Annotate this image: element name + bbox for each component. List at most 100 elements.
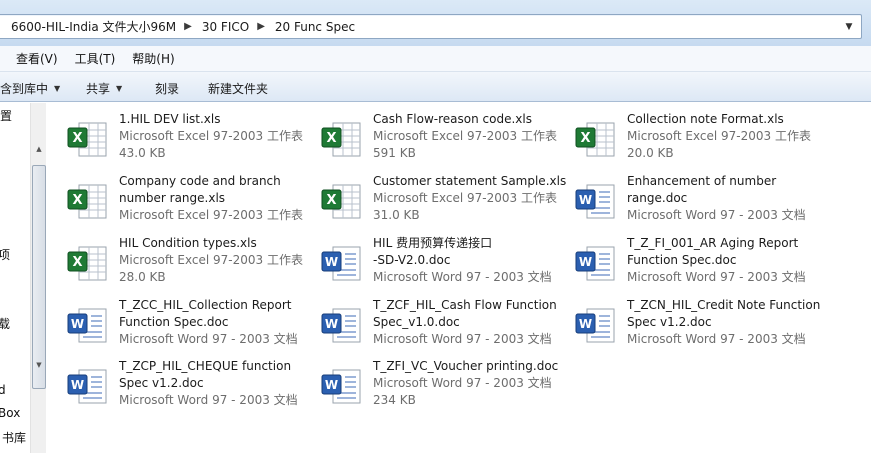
- word-icon: W: [65, 302, 111, 348]
- file-item[interactable]: X Collection note Format.xls Microsoft Ex…: [573, 111, 823, 167]
- file-text: HIL Condition types.xls Microsoft Excel 9…: [119, 235, 319, 286]
- file-text: Cash Flow-reason code.xls Microsoft Excel…: [373, 111, 573, 162]
- excel-icon: X: [319, 178, 365, 224]
- breadcrumb-separator-icon[interactable]: ▶: [251, 21, 273, 32]
- file-item[interactable]: W HIL 费用预算传递接口 -SD-V2.0.doc Microsoft Wor…: [319, 235, 569, 291]
- file-type: Microsoft Word 97 - 2003 文档: [627, 332, 806, 346]
- file-item[interactable]: W T_Z_FI_001_AR Aging Report Function Sp…: [573, 235, 823, 291]
- file-name: Enhancement of number range.doc: [627, 174, 777, 205]
- word-icon: W: [319, 240, 365, 286]
- breadcrumb-separator-icon[interactable]: ▶: [178, 21, 200, 32]
- file-size: 234 KB: [373, 393, 416, 407]
- file-type: Microsoft Word 97 - 2003 文档: [627, 208, 806, 222]
- svg-text:X: X: [326, 193, 336, 208]
- nav-item-downloads[interactable]: 载: [0, 315, 10, 332]
- file-name: T_ZFI_VC_Voucher printing.doc: [373, 359, 559, 373]
- navigation-scrollbar[interactable]: ▲ ▼: [30, 103, 46, 453]
- word-icon: W: [573, 240, 619, 286]
- word-icon: W: [319, 302, 365, 348]
- excel-icon: X: [319, 116, 365, 162]
- file-item[interactable]: X Customer statement Sample.xls Microsoft…: [319, 173, 569, 229]
- file-list: X 1.HIL DEV list.xls Microsoft Excel 97-2…: [47, 103, 871, 453]
- file-text: T_ZCP_HIL_CHEQUE function Spec v1.2.doc M…: [119, 358, 319, 409]
- file-type: Microsoft Excel 97-2003 工作表: [119, 129, 303, 143]
- svg-text:X: X: [326, 131, 336, 146]
- file-item[interactable]: W T_ZCC_HIL_Collection Report Function S…: [65, 297, 315, 353]
- file-size: 31.0 KB: [373, 208, 420, 222]
- include-in-library-button[interactable]: 包含到库中 ▼: [0, 80, 60, 97]
- include-in-library-label: 包含到库中: [0, 82, 49, 96]
- nav-item-projects[interactable]: 项: [0, 246, 10, 263]
- navigation-pane: 位置 项 载 d Box 书库 ▲ ▼: [0, 103, 46, 453]
- share-button[interactable]: 共享 ▼: [86, 80, 122, 97]
- file-item[interactable]: X Company code and branch number range.x…: [65, 173, 315, 229]
- svg-text:X: X: [72, 193, 82, 208]
- svg-text:W: W: [71, 378, 84, 392]
- menu-view[interactable]: 查看(V): [16, 50, 58, 67]
- menu-bar: 查看(V) 工具(T) 帮助(H): [0, 46, 871, 72]
- nav-item-library[interactable]: 书库: [2, 429, 26, 446]
- file-name: Customer statement Sample.xls: [373, 174, 567, 188]
- file-type: Microsoft Excel 97-2003 工作表: [373, 129, 557, 143]
- file-name: T_ZCN_HIL_Credit Note Function Spec v1.2…: [627, 298, 821, 329]
- file-text: 1.HIL DEV list.xls Microsoft Excel 97-200…: [119, 111, 319, 162]
- file-item[interactable]: W T_ZCN_HIL_Credit Note Function Spec v1…: [573, 297, 823, 353]
- file-item[interactable]: W T_ZFI_VC_Voucher printing.doc Microsoft…: [319, 358, 569, 414]
- file-text: Enhancement of number range.doc Microsoft…: [627, 173, 827, 224]
- file-size: 43.0 KB: [119, 146, 166, 160]
- file-name: Cash Flow-reason code.xls: [373, 112, 532, 126]
- file-item[interactable]: X Cash Flow-reason code.xls Microsoft Exc…: [319, 111, 569, 167]
- excel-icon: X: [65, 178, 111, 224]
- menu-tools[interactable]: 工具(T): [75, 50, 116, 67]
- file-item[interactable]: X HIL Condition types.xls Microsoft Excel…: [65, 235, 315, 291]
- svg-text:W: W: [325, 317, 338, 331]
- address-history-chevron-icon[interactable]: ▼: [841, 17, 857, 36]
- address-bar: 6600-HIL-India 文件大小96M ▶ 30 FICO ▶ 20 Fu…: [0, 0, 871, 46]
- file-type: Microsoft Word 97 - 2003 文档: [119, 393, 298, 407]
- file-item[interactable]: W T_ZCF_HIL_Cash Flow Function Spec_v1.0…: [319, 297, 569, 353]
- file-type: Microsoft Excel 97-2003 工作表: [627, 129, 811, 143]
- file-item[interactable]: W Enhancement of number range.doc Microso…: [573, 173, 823, 229]
- breadcrumb-func-spec[interactable]: 20 Func Spec: [273, 20, 357, 34]
- dropdown-arrow-icon: ▼: [54, 84, 61, 93]
- scroll-up-icon[interactable]: ▲: [34, 145, 44, 153]
- file-type: Microsoft Excel 97-2003 工作表: [119, 208, 303, 222]
- file-name: Company code and branch number range.xls: [119, 174, 281, 205]
- file-item[interactable]: X 1.HIL DEV list.xls Microsoft Excel 97-2…: [65, 111, 315, 167]
- svg-text:W: W: [579, 317, 592, 331]
- excel-icon: X: [573, 116, 619, 162]
- scroll-thumb[interactable]: [32, 165, 46, 389]
- burn-label: 刻录: [155, 82, 180, 96]
- nav-item-d[interactable]: d: [0, 383, 6, 397]
- file-text: HIL 费用预算传递接口 -SD-V2.0.doc Microsoft Word …: [373, 235, 573, 286]
- file-text: T_ZCC_HIL_Collection Report Function Spe…: [119, 297, 319, 348]
- file-text: Customer statement Sample.xls Microsoft E…: [373, 173, 573, 224]
- file-type: Microsoft Word 97 - 2003 文档: [373, 332, 552, 346]
- svg-text:W: W: [325, 255, 338, 269]
- svg-text:X: X: [72, 131, 82, 146]
- excel-icon: X: [65, 116, 111, 162]
- file-type: Microsoft Word 97 - 2003 文档: [627, 270, 806, 284]
- breadcrumb-root[interactable]: 6600-HIL-India 文件大小96M: [9, 18, 178, 35]
- address-field[interactable]: 6600-HIL-India 文件大小96M ▶ 30 FICO ▶ 20 Fu…: [0, 14, 862, 39]
- file-size: 591 KB: [373, 146, 416, 160]
- file-item[interactable]: W T_ZCP_HIL_CHEQUE function Spec v1.2.do…: [65, 358, 315, 414]
- file-name: T_ZCF_HIL_Cash Flow Function Spec_v1.0.d…: [373, 298, 557, 329]
- nav-item-box[interactable]: Box: [0, 406, 20, 420]
- breadcrumb-fico[interactable]: 30 FICO: [200, 20, 251, 34]
- word-icon: W: [319, 363, 365, 409]
- file-size: 28.0 KB: [119, 270, 166, 284]
- svg-text:W: W: [71, 317, 84, 331]
- svg-text:X: X: [580, 131, 590, 146]
- menu-help[interactable]: 帮助(H): [132, 50, 174, 67]
- burn-button[interactable]: 刻录: [155, 80, 179, 97]
- word-icon: W: [65, 363, 111, 409]
- scroll-down-icon[interactable]: ▼: [34, 361, 44, 369]
- share-label: 共享: [86, 82, 111, 96]
- new-folder-button[interactable]: 新建文件夹: [208, 80, 268, 97]
- svg-text:W: W: [579, 193, 592, 207]
- nav-item-locations[interactable]: 位置: [0, 107, 12, 124]
- file-type: Microsoft Excel 97-2003 工作表: [373, 191, 557, 205]
- file-name: Collection note Format.xls: [627, 112, 784, 126]
- file-text: T_ZCF_HIL_Cash Flow Function Spec_v1.0.d…: [373, 297, 573, 348]
